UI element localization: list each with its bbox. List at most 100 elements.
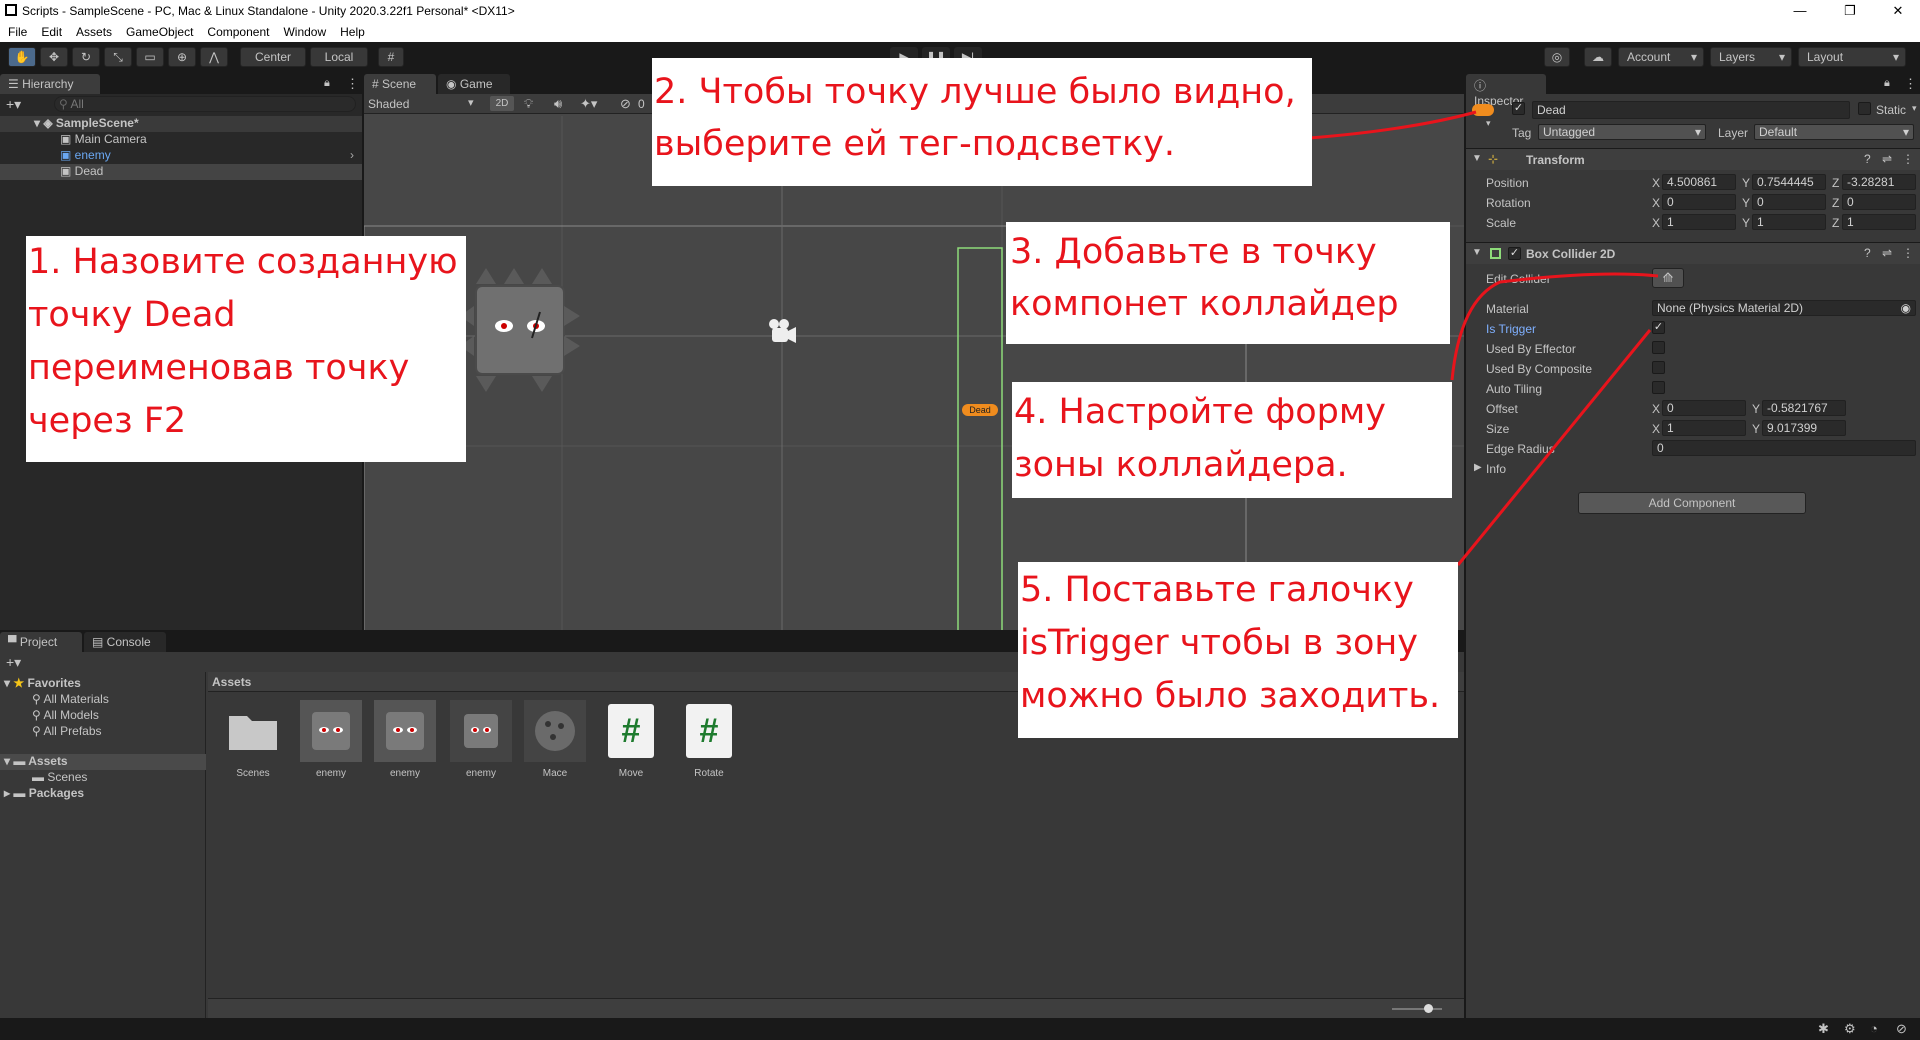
transform-tool-icon[interactable]: ⊕: [168, 47, 196, 67]
enemy-sprite[interactable]: [460, 268, 580, 392]
camera-gizmo-icon[interactable]: [769, 319, 796, 343]
box-collider-enabled-checkbox[interactable]: ✓: [1508, 247, 1521, 260]
lock-icon[interactable]: 🔒︎: [1884, 77, 1890, 90]
lock-icon[interactable]: 🔒︎: [324, 77, 330, 90]
scale-z-input[interactable]: 1: [1842, 214, 1916, 230]
add-object-button[interactable]: +▾: [6, 96, 21, 113]
scenes-folder-item[interactable]: ▬ Scenes: [32, 770, 87, 784]
object-name-input[interactable]: Dead: [1532, 101, 1850, 119]
kebab-menu-icon[interactable]: ⋮: [1902, 246, 1914, 260]
scale-y-input[interactable]: 1: [1752, 214, 1826, 230]
grid-snap-icon[interactable]: #: [378, 47, 404, 67]
hierarchy-item-main-camera[interactable]: ▣ Main Camera: [60, 132, 147, 146]
rotation-z-input[interactable]: 0: [1842, 194, 1916, 210]
audio-icon[interactable]: 🔊︎: [554, 96, 562, 112]
zoom-slider-handle[interactable]: [1424, 1004, 1433, 1013]
favorites-all-prefabs[interactable]: ⚲ All Prefabs: [32, 724, 102, 738]
preset-icon[interactable]: ⇌: [1882, 152, 1892, 166]
preset-icon[interactable]: ⇌: [1882, 246, 1892, 260]
size-x-input[interactable]: 1: [1662, 420, 1746, 436]
breadcrumb-assets[interactable]: Assets: [212, 675, 251, 689]
tab-game[interactable]: ◉ Game: [438, 74, 510, 94]
position-y-input[interactable]: 0.7544445: [1752, 174, 1826, 190]
minimize-button[interactable]: —: [1780, 0, 1820, 22]
lighting-icon[interactable]: 💡︎: [524, 96, 533, 112]
tag-icon-selector[interactable]: [1472, 104, 1494, 116]
edit-collider-button[interactable]: ⟰: [1652, 268, 1684, 288]
debug-mode-icon[interactable]: ⚙: [1844, 1021, 1856, 1037]
cloud-icon[interactable]: ☁: [1584, 47, 1612, 67]
scene-canvas[interactable]: Dead: [364, 116, 1464, 630]
object-picker-icon[interactable]: ◉: [1901, 301, 1911, 315]
favorites-all-models[interactable]: ⚲ All Models: [32, 708, 99, 722]
box-collider-header[interactable]: ▼ ✓ Box Collider 2D ? ⇌ ⋮: [1466, 242, 1920, 264]
tab-console[interactable]: ▤ Console: [84, 632, 166, 652]
used-by-effector-checkbox[interactable]: [1652, 341, 1665, 354]
collab-icon[interactable]: ◎: [1544, 47, 1570, 67]
favorites-item[interactable]: ▾ ★ Favorites: [4, 676, 81, 690]
mode-2d-toggle[interactable]: 2D: [490, 96, 514, 111]
favorites-all-materials[interactable]: ⚲ All Materials: [32, 692, 109, 706]
maximize-button[interactable]: ❐: [1830, 0, 1870, 22]
menu-window[interactable]: Window: [283, 25, 326, 39]
menu-assets[interactable]: Assets: [76, 25, 112, 39]
settings-icon[interactable]: ⊘: [1896, 1021, 1907, 1037]
menu-gameobject[interactable]: GameObject: [126, 25, 193, 39]
account-dropdown[interactable]: Account ▾: [1618, 47, 1704, 67]
edge-radius-input[interactable]: 0: [1652, 440, 1916, 456]
is-trigger-checkbox[interactable]: ✓: [1652, 321, 1665, 334]
hierarchy-item-enemy[interactable]: ▣ enemy ›: [60, 148, 360, 162]
layers-dropdown[interactable]: Layers ▾: [1710, 47, 1792, 67]
menu-component[interactable]: Component: [207, 25, 269, 39]
asset-rotate-script[interactable]: # Rotate: [676, 700, 742, 779]
tab-inspector[interactable]: ⓘ Inspector: [1466, 74, 1546, 108]
hierarchy-search-input[interactable]: ⚲ All: [54, 96, 356, 112]
add-component-button[interactable]: Add Component: [1578, 492, 1806, 514]
menu-help[interactable]: Help: [340, 25, 365, 39]
size-y-input[interactable]: 9.017399: [1762, 420, 1846, 436]
scale-tool-icon[interactable]: ⤡: [104, 47, 132, 67]
asset-scenes-folder[interactable]: Scenes: [220, 700, 286, 779]
position-z-input[interactable]: -3.28281: [1842, 174, 1916, 190]
create-asset-button[interactable]: +▾: [6, 654, 21, 671]
hand-tool-icon[interactable]: ✋: [8, 47, 36, 67]
offset-y-input[interactable]: -0.5821767: [1762, 400, 1846, 416]
bug-icon[interactable]: ✱: [1818, 1021, 1829, 1037]
asset-enemy-1[interactable]: enemy: [296, 700, 366, 779]
tag-dropdown[interactable]: Untagged ▾: [1538, 124, 1706, 140]
move-tool-icon[interactable]: ✥: [40, 47, 68, 67]
box-collider-outline[interactable]: [957, 247, 1003, 630]
menu-file[interactable]: File: [8, 25, 27, 39]
info-foldout[interactable]: Info: [1486, 462, 1506, 476]
help-icon[interactable]: ?: [1864, 152, 1871, 166]
shading-dropdown[interactable]: Shaded: [368, 97, 409, 111]
kebab-menu-icon[interactable]: ⋮: [346, 76, 359, 92]
transform-header[interactable]: ▼ ⊹ Transform ? ⇌ ⋮: [1466, 148, 1920, 170]
pivot-local-button[interactable]: Local: [310, 47, 368, 67]
tab-project[interactable]: ▀ Project: [0, 632, 82, 652]
packages-folder-item[interactable]: ▸ ▬ Packages: [4, 786, 84, 800]
close-button[interactable]: ✕: [1878, 0, 1918, 22]
effects-icon[interactable]: ✦▾: [580, 96, 597, 112]
kebab-menu-icon[interactable]: ⋮: [1902, 152, 1914, 166]
pivot-center-button[interactable]: Center: [240, 47, 306, 67]
asset-enemy-sprite[interactable]: enemy: [448, 700, 514, 779]
scene-root-row[interactable]: ▾ ◈ SampleScene*: [0, 116, 362, 132]
asset-mace[interactable]: Mace: [522, 700, 588, 779]
asset-move-script[interactable]: # Move: [598, 700, 664, 779]
layer-dropdown[interactable]: Default ▾: [1754, 124, 1914, 140]
rotate-tool-icon[interactable]: ↻: [72, 47, 100, 67]
auto-tiling-checkbox[interactable]: [1652, 381, 1665, 394]
hidden-objects-icon[interactable]: ⊘: [620, 96, 631, 112]
menu-edit[interactable]: Edit: [41, 25, 62, 39]
scale-x-input[interactable]: 1: [1662, 214, 1736, 230]
offset-x-input[interactable]: 0: [1662, 400, 1746, 416]
active-checkbox[interactable]: ✓: [1512, 102, 1525, 115]
layout-dropdown[interactable]: Layout ▾: [1798, 47, 1906, 67]
material-field[interactable]: None (Physics Material 2D) ◉: [1652, 300, 1916, 316]
kebab-menu-icon[interactable]: ⋮: [1904, 76, 1917, 92]
rotation-y-input[interactable]: 0: [1752, 194, 1826, 210]
used-by-composite-checkbox[interactable]: [1652, 361, 1665, 374]
tab-hierarchy[interactable]: ☰ Hierarchy: [0, 74, 100, 94]
progress-icon[interactable]: ◔: [1870, 1021, 1878, 1036]
